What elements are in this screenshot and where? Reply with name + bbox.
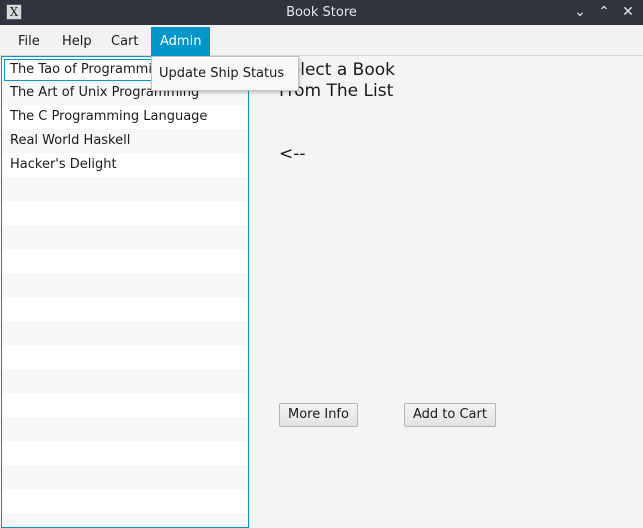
minimize-icon[interactable]: ⌄ (570, 2, 590, 22)
empty-row (2, 417, 248, 441)
window-titlebar: X Book Store ⌄ ⌃ ✕ (0, 0, 643, 25)
book-list-item[interactable]: Hacker's Delight (2, 153, 248, 177)
menu-item-update-ship-status[interactable]: Update Ship Status (152, 62, 298, 86)
menu-help[interactable]: Help (53, 27, 101, 56)
empty-row (2, 273, 248, 297)
empty-row (2, 225, 248, 249)
empty-row (2, 369, 248, 393)
empty-row (2, 201, 248, 225)
empty-row (2, 513, 248, 527)
window-title: Book Store (286, 5, 357, 20)
empty-row (2, 249, 248, 273)
empty-row (2, 297, 248, 321)
empty-row (2, 393, 248, 417)
empty-row (2, 489, 248, 513)
empty-row (2, 321, 248, 345)
book-list-item[interactable]: Real World Haskell (2, 129, 248, 153)
book-list-item[interactable]: The C Programming Language (2, 105, 248, 129)
arrow-left-text: <-- (279, 144, 306, 164)
add-to-cart-button[interactable]: Add to Cart (404, 403, 496, 427)
menu-file[interactable]: File (9, 27, 49, 56)
empty-row (2, 345, 248, 369)
empty-row (2, 441, 248, 465)
menu-admin[interactable]: Admin (151, 27, 211, 56)
more-info-button[interactable]: More Info (279, 403, 358, 427)
maximize-icon[interactable]: ⌃ (594, 2, 614, 22)
empty-row (2, 177, 248, 201)
book-detail-pane: Select a Book From The List <-- More Inf… (250, 56, 643, 528)
menu-bar: File Help Cart Admin (0, 25, 643, 56)
menu-cart[interactable]: Cart (102, 27, 148, 56)
admin-menu-popup: Update Ship Status (151, 56, 299, 91)
empty-row (2, 465, 248, 489)
book-list[interactable]: The Tao of Programming The Art of Unix P… (1, 56, 249, 528)
close-icon[interactable]: ✕ (618, 2, 638, 22)
